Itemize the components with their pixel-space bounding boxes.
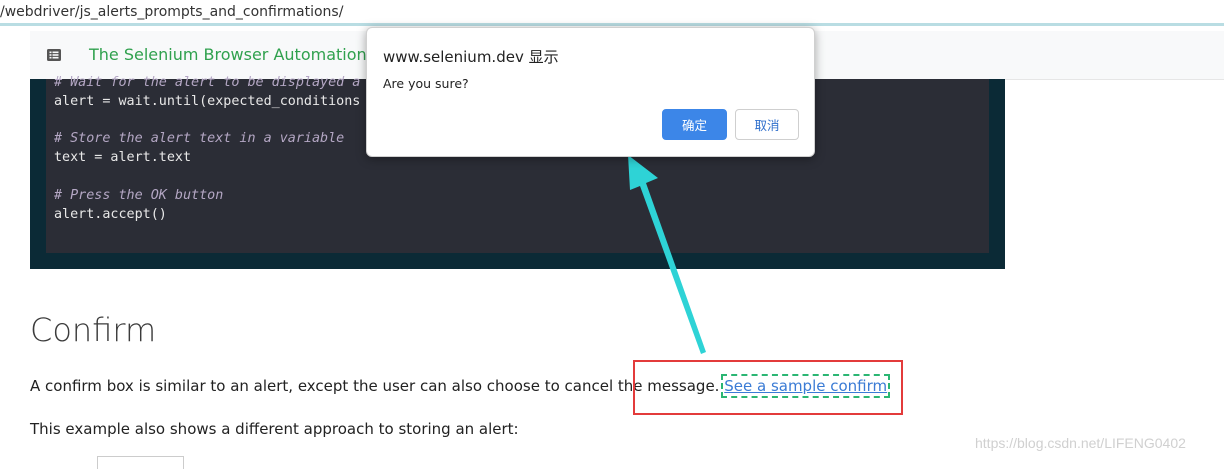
cancel-button[interactable]: 取消 [735, 109, 799, 140]
dialog-title: www.selenium.dev 显示 [383, 48, 559, 66]
dialog-message: Are you sure? [383, 76, 469, 91]
watermark: https://blog.csdn.net/LIFENG0402 [975, 435, 1186, 451]
ok-button[interactable]: 确定 [662, 109, 727, 140]
arrow-icon [628, 155, 706, 354]
confirm-dialog: www.selenium.dev 显示 Are you sure? 确定 取消 [366, 27, 815, 157]
